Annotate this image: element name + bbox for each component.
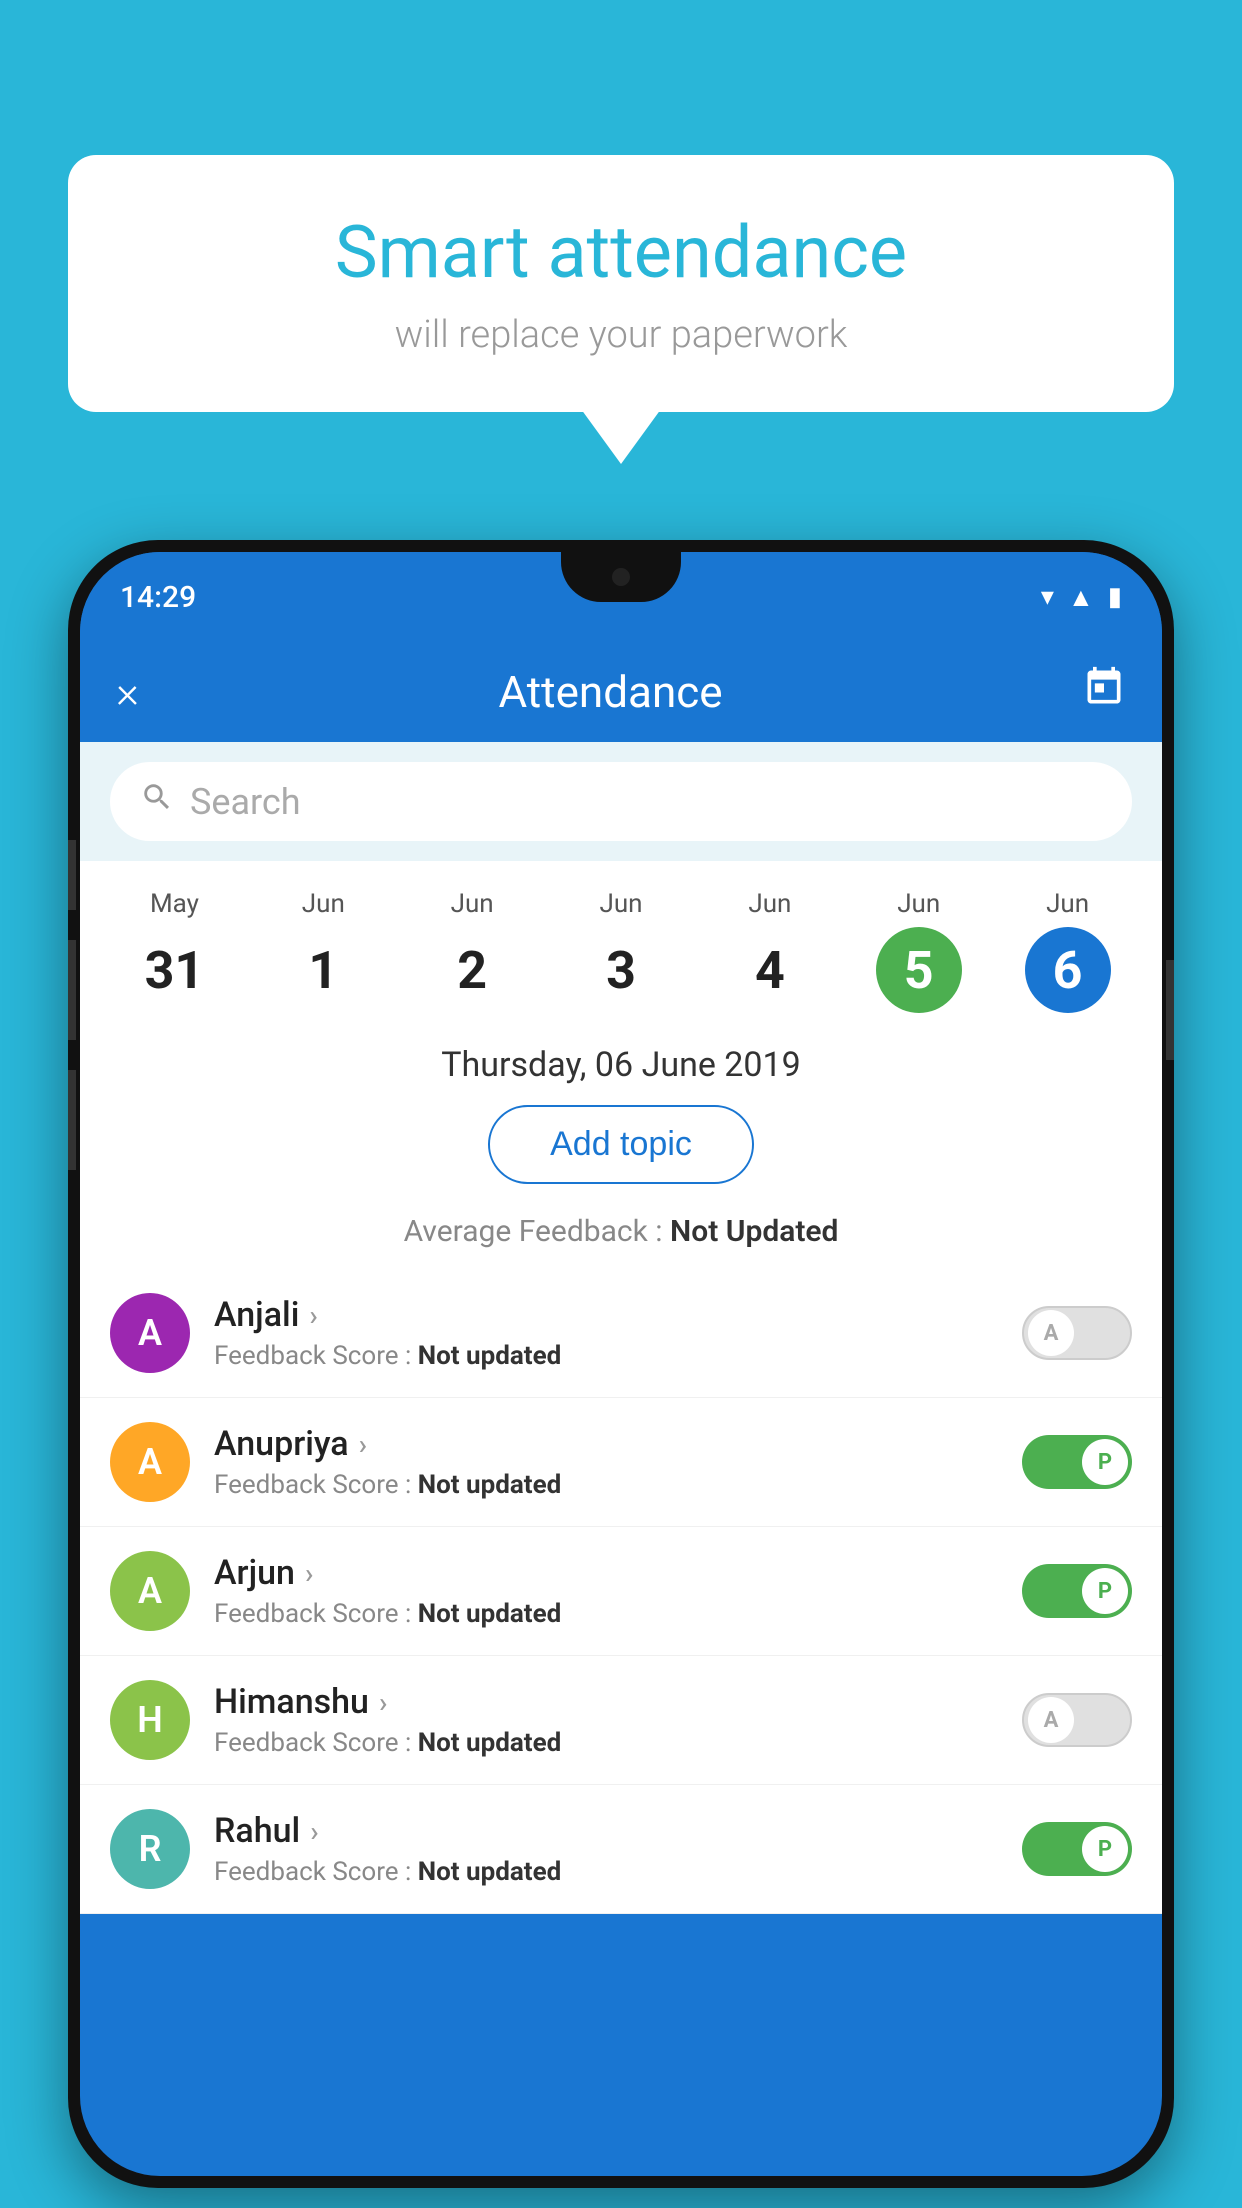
calendar-day[interactable]: Jun 1 bbox=[249, 889, 398, 1013]
student-list: AAnjali ›Feedback Score : Not updatedAAA… bbox=[80, 1269, 1162, 1914]
calendar-day[interactable]: Jun 5 bbox=[844, 889, 993, 1013]
chevron-right-icon: › bbox=[310, 1815, 318, 1848]
phone-frame: 14:29 ▾ ▲ ▮ × Attendance bbox=[68, 540, 1174, 2188]
cal-month-label: Jun bbox=[748, 889, 791, 919]
student-info: Rahul › Feedback Score : Not updated bbox=[214, 1811, 998, 1887]
volume-up-button bbox=[68, 940, 76, 1040]
student-feedback: Feedback Score : Not updated bbox=[214, 1599, 998, 1629]
calendar-day[interactable]: Jun 2 bbox=[398, 889, 547, 1013]
student-name: Anupriya › bbox=[214, 1424, 998, 1464]
header-title: Attendance bbox=[498, 666, 722, 718]
cal-date-label: 1 bbox=[280, 927, 366, 1013]
status-icons: ▾ ▲ ▮ bbox=[1041, 582, 1122, 613]
status-time: 14:29 bbox=[120, 580, 196, 615]
chevron-right-icon: › bbox=[359, 1428, 367, 1461]
notch-cutout bbox=[561, 552, 681, 602]
avg-feedback: Average Feedback : Not Updated bbox=[80, 1204, 1162, 1269]
signal-icon: ▲ bbox=[1068, 582, 1094, 613]
student-avatar: H bbox=[110, 1680, 190, 1760]
chevron-right-icon: › bbox=[379, 1686, 387, 1719]
bubble-title: Smart attendance bbox=[128, 210, 1114, 295]
cal-date-label: 5 bbox=[876, 927, 962, 1013]
student-avatar: A bbox=[110, 1293, 190, 1373]
cal-month-label: Jun bbox=[1046, 889, 1089, 919]
attendance-toggle[interactable]: P bbox=[1022, 1435, 1132, 1489]
cal-month-label: Jun bbox=[599, 889, 642, 919]
speech-bubble: Smart attendance will replace your paper… bbox=[68, 155, 1174, 412]
toggle-thumb: A bbox=[1028, 1697, 1074, 1743]
student-row[interactable]: A Anjali › Feedback Score : Not updated A bbox=[80, 1269, 1162, 1398]
cal-date-label: 4 bbox=[727, 927, 813, 1013]
student-row[interactable]: A Arjun › Feedback Score : Not updated P bbox=[80, 1527, 1162, 1656]
chevron-right-icon: › bbox=[305, 1557, 313, 1590]
app-header: × Attendance bbox=[80, 642, 1162, 742]
student-avatar: R bbox=[110, 1809, 190, 1889]
search-bar-container: Search bbox=[80, 742, 1162, 861]
attendance-toggle[interactable]: A bbox=[1022, 1306, 1132, 1360]
phone-screen: 14:29 ▾ ▲ ▮ × Attendance bbox=[80, 552, 1162, 2176]
cal-date-label: 3 bbox=[578, 927, 664, 1013]
student-name: Anjali › bbox=[214, 1295, 998, 1335]
volume-silent-button bbox=[68, 840, 76, 910]
cal-date-label: 6 bbox=[1025, 927, 1111, 1013]
student-row[interactable]: H Himanshu › Feedback Score : Not updated A bbox=[80, 1656, 1162, 1785]
add-topic-button[interactable]: Add topic bbox=[488, 1105, 754, 1184]
attendance-toggle[interactable]: A bbox=[1022, 1693, 1132, 1747]
search-icon bbox=[140, 780, 174, 823]
calendar-day[interactable]: Jun 6 bbox=[993, 889, 1142, 1013]
attendance-toggle[interactable]: P bbox=[1022, 1822, 1132, 1876]
bubble-subtitle: will replace your paperwork bbox=[128, 313, 1114, 357]
calendar-day[interactable]: May 31 bbox=[100, 889, 249, 1013]
search-bar[interactable]: Search bbox=[110, 762, 1132, 841]
toggle-thumb: A bbox=[1028, 1310, 1074, 1356]
power-button bbox=[1166, 960, 1174, 1060]
student-avatar: A bbox=[110, 1551, 190, 1631]
cal-date-label: 31 bbox=[131, 927, 217, 1013]
student-info: Anjali › Feedback Score : Not updated bbox=[214, 1295, 998, 1371]
attendance-toggle[interactable]: P bbox=[1022, 1564, 1132, 1618]
student-row[interactable]: R Rahul › Feedback Score : Not updated P bbox=[80, 1785, 1162, 1914]
battery-icon: ▮ bbox=[1108, 582, 1122, 612]
speech-bubble-container: Smart attendance will replace your paper… bbox=[68, 155, 1174, 412]
volume-down-button bbox=[68, 1070, 76, 1170]
cal-month-label: May bbox=[150, 889, 199, 919]
add-topic-container: Add topic bbox=[80, 1095, 1162, 1204]
cal-date-label: 2 bbox=[429, 927, 515, 1013]
student-name: Rahul › bbox=[214, 1811, 998, 1851]
student-avatar: A bbox=[110, 1422, 190, 1502]
chevron-right-icon: › bbox=[309, 1299, 317, 1332]
selected-date-label: Thursday, 06 June 2019 bbox=[80, 1023, 1162, 1095]
avg-feedback-value: Not Updated bbox=[670, 1214, 838, 1249]
student-feedback: Feedback Score : Not updated bbox=[214, 1341, 998, 1371]
toggle-thumb: P bbox=[1082, 1826, 1128, 1872]
avg-feedback-label: Average Feedback : bbox=[404, 1214, 663, 1249]
student-info: Arjun › Feedback Score : Not updated bbox=[214, 1553, 998, 1629]
status-bar: 14:29 ▾ ▲ ▮ bbox=[80, 552, 1162, 642]
student-name: Arjun › bbox=[214, 1553, 998, 1593]
cal-month-label: Jun bbox=[897, 889, 940, 919]
phone-content: 14:29 ▾ ▲ ▮ × Attendance bbox=[80, 552, 1162, 2176]
calendar-icon[interactable] bbox=[1082, 665, 1126, 719]
student-feedback: Feedback Score : Not updated bbox=[214, 1857, 998, 1887]
student-feedback: Feedback Score : Not updated bbox=[214, 1470, 998, 1500]
student-info: Anupriya › Feedback Score : Not updated bbox=[214, 1424, 998, 1500]
calendar-strip: May 31 Jun 1 Jun 2 Jun 3 Jun 4 Jun 5 Jun 6 bbox=[80, 861, 1162, 1023]
toggle-thumb: P bbox=[1082, 1439, 1128, 1485]
search-placeholder: Search bbox=[190, 781, 301, 823]
calendar-day[interactable]: Jun 4 bbox=[695, 889, 844, 1013]
student-info: Himanshu › Feedback Score : Not updated bbox=[214, 1682, 998, 1758]
close-button[interactable]: × bbox=[116, 666, 139, 718]
student-name: Himanshu › bbox=[214, 1682, 998, 1722]
cal-month-label: Jun bbox=[451, 889, 494, 919]
calendar-day[interactable]: Jun 3 bbox=[547, 889, 696, 1013]
student-feedback: Feedback Score : Not updated bbox=[214, 1728, 998, 1758]
wifi-icon: ▾ bbox=[1041, 582, 1054, 612]
toggle-thumb: P bbox=[1082, 1568, 1128, 1614]
student-row[interactable]: A Anupriya › Feedback Score : Not updated P bbox=[80, 1398, 1162, 1527]
cal-month-label: Jun bbox=[302, 889, 345, 919]
